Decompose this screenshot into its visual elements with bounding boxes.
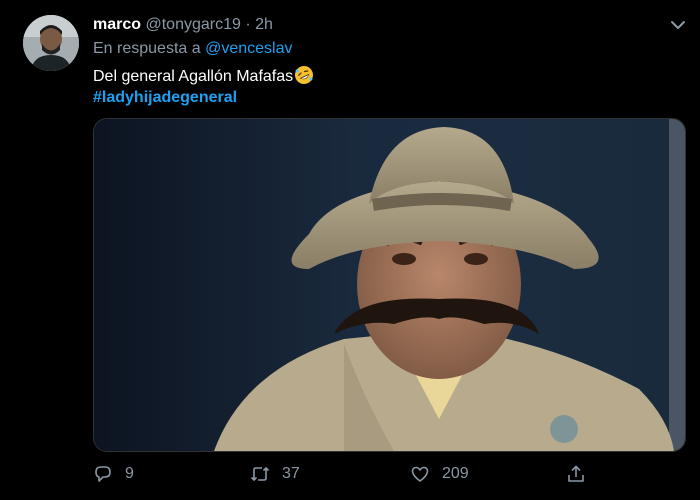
- display-name[interactable]: marco: [93, 16, 141, 33]
- tweet-text-content: Del general Agallón Mafafas: [93, 68, 294, 85]
- tweet-text: Del general Agallón Mafafas: [93, 65, 314, 87]
- retweet-count: 37: [282, 465, 300, 482]
- share-button[interactable]: [566, 464, 598, 484]
- user-handle[interactable]: @tonygarc19: [145, 16, 240, 33]
- tweet-header: marco @tonygarc19 · 2h: [93, 15, 273, 35]
- reply-icon: [95, 466, 111, 482]
- reply-context: En respuesta a @venceslav: [93, 39, 292, 59]
- tweet-media-video[interactable]: [93, 118, 686, 452]
- retweet-icon: [250, 467, 270, 481]
- reply-button[interactable]: 9: [93, 464, 134, 484]
- video-frame-image: [94, 119, 685, 451]
- avatar-photo: [23, 15, 79, 71]
- hashtag-link[interactable]: #ladyhijadegeneral: [93, 88, 237, 108]
- reply-count: 9: [125, 465, 134, 482]
- like-icon: [411, 466, 429, 482]
- reply-prefix: En respuesta a: [93, 40, 201, 57]
- avatar[interactable]: [23, 15, 79, 71]
- rolling-on-floor-laughing-emoji: [294, 65, 314, 85]
- tweet[interactable]: marco @tonygarc19 · 2h En respuesta a @v…: [0, 0, 700, 500]
- chevron-down-icon[interactable]: [668, 18, 688, 32]
- retweet-button[interactable]: 37: [250, 464, 300, 484]
- separator-dot: ·: [245, 16, 251, 33]
- tweet-actions-bar: 9 37 209: [0, 456, 700, 492]
- share-icon: [568, 465, 584, 482]
- like-button[interactable]: 209: [410, 464, 469, 484]
- like-count: 209: [442, 465, 469, 482]
- timestamp[interactable]: 2h: [255, 16, 273, 33]
- reply-mention-link[interactable]: @venceslav: [205, 40, 292, 57]
